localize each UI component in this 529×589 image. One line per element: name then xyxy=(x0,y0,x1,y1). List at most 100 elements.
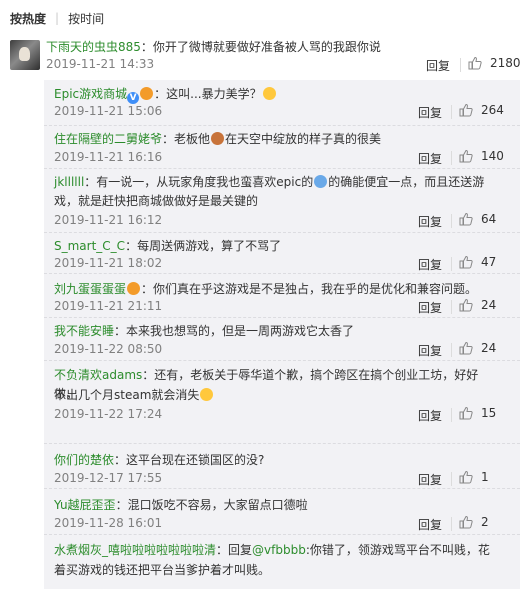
reply-username[interactable]: 刘九蛋蛋蛋蛋 xyxy=(54,282,126,296)
reply-button[interactable]: 回复 xyxy=(426,57,450,74)
verified-badge-icon: V xyxy=(127,92,140,104)
thumbs-up-icon xyxy=(459,515,473,529)
like-count: 2180 xyxy=(490,56,521,70)
like-button[interactable]: 140 xyxy=(459,149,504,163)
reply-body: ：老板他 xyxy=(162,132,211,146)
reply-username[interactable]: 住在隔壁的二舅姥爷 xyxy=(54,132,162,146)
main-comment-username[interactable]: 下雨天的虫虫885 xyxy=(46,40,141,54)
divider xyxy=(451,105,452,119)
divider xyxy=(451,300,452,314)
like-count: 264 xyxy=(481,103,504,117)
reply-time: 2019-11-21 16:12 xyxy=(54,213,163,227)
main-comment-text: 下雨天的虫虫885：你开了微博就要做好准备被人骂的我跟你说 xyxy=(46,39,381,55)
reply-body: ：这叫...暴力美学？ xyxy=(154,87,262,101)
reply-body: ：有一说一，从玩家角度我也蛮喜欢epic的 xyxy=(84,175,314,189)
thumbs-up-icon xyxy=(459,255,473,269)
list-item: 你们的楚依：这平台现在还锁国区的没? 2019-12-17 17:55 回复 1 xyxy=(44,444,520,489)
reply-username[interactable]: 我不能安睡 xyxy=(54,324,114,338)
laugh-emoji-icon xyxy=(262,87,276,100)
reply-time: 2019-11-22 08:50 xyxy=(54,342,163,356)
reply-button[interactable]: 回复 xyxy=(418,256,442,273)
reply-body: ：每周送俩游戏，算了不骂了 xyxy=(125,239,282,253)
thumbs-up-icon xyxy=(459,470,473,484)
reply-button[interactable]: 回复 xyxy=(418,299,442,316)
like-button[interactable]: 15 xyxy=(459,406,496,420)
thumbs-up-icon xyxy=(459,212,473,226)
like-button[interactable]: 2180 xyxy=(468,56,521,70)
like-count: 15 xyxy=(481,406,497,420)
smile-emoji-icon xyxy=(200,388,214,401)
avatar[interactable] xyxy=(10,40,40,70)
like-button[interactable]: 1 xyxy=(459,470,489,484)
reply-time: 2019-11-21 18:02 xyxy=(54,256,163,270)
main-comment-body: ：你开了微博就要做好准备被人骂的我跟你说 xyxy=(140,40,381,54)
reply-list: Epic游戏商城 V ：这叫...暴力美学？ 2019-11-21 15:06 回复… xyxy=(44,80,520,589)
divider xyxy=(451,151,452,165)
reply-username[interactable]: 你们的楚依 xyxy=(54,453,114,467)
reply-username[interactable]: Epic游戏商城 xyxy=(54,87,127,101)
reply-username[interactable]: jkllllll xyxy=(54,175,84,189)
divider xyxy=(451,343,452,357)
list-item: Yu越屁歪歪：混口饭吃不容易，大家留点口德啦 2019-11-28 16:01 … xyxy=(44,489,520,535)
reply-time: 2019-11-21 15:06 xyxy=(54,104,163,118)
thumbs-up-icon xyxy=(459,149,473,163)
like-count: 64 xyxy=(481,212,497,226)
reply-body: ：你们真在乎这游戏是不是独占，我在乎的是优化和兼容问题。 xyxy=(141,282,478,296)
reply-text: jkllllll：有一说一，从玩家角度我也蛮喜欢epic的 的确能便宜一点，而且还… xyxy=(54,173,502,192)
sort-bar: 按热度 | 按时间 xyxy=(0,0,529,36)
reply-text: Epic游戏商城 V ：这叫...暴力美学？ xyxy=(54,85,502,104)
like-button[interactable]: 264 xyxy=(459,103,504,117)
like-count: 47 xyxy=(481,255,497,269)
like-button[interactable]: 64 xyxy=(459,212,496,226)
reply-button[interactable]: 回复 xyxy=(418,471,442,488)
divider xyxy=(460,58,461,72)
like-count: 24 xyxy=(481,298,497,312)
sort-divider: | xyxy=(55,11,60,25)
reply-body: ：本来我也想骂的，但是一周两游戏它太香了 xyxy=(114,324,355,338)
like-button[interactable]: 24 xyxy=(459,298,496,312)
main-comment-time: 2019-11-21 14:33 xyxy=(46,57,155,71)
reply-time: 2019-11-21 16:16 xyxy=(54,150,163,164)
reply-time: 2019-12-17 17:55 xyxy=(54,471,163,485)
reply-button[interactable]: 回复 xyxy=(418,104,442,121)
reply-text-line2: 着买游戏的钱还把平台当爹护着才叫贱。 xyxy=(54,561,502,580)
reply-username[interactable]: 水煮烟灰_嘻啦啦啦啦啦啦啦清 xyxy=(54,543,216,557)
reply-text: 你们的楚依：这平台现在还锁国区的没? xyxy=(54,451,502,470)
reply-body-cont: 戏，就是赶快把商城做做好是最关键的 xyxy=(54,194,259,208)
thumbs-up-icon xyxy=(459,298,473,312)
reply-button[interactable]: 回复 xyxy=(418,342,442,359)
reply-username[interactable]: S_mart_C_C xyxy=(54,239,125,253)
divider xyxy=(451,257,452,271)
reply-time: 2019-11-21 21:11 xyxy=(54,299,163,313)
mention-link[interactable]: @vfbbbb xyxy=(252,543,306,557)
reply-text: 水煮烟灰_嘻啦啦啦啦啦啦啦清：回复@vfbbbb:你错了，领游戏骂平台不叫贱，花 xyxy=(54,541,502,560)
reply-button[interactable]: 回复 xyxy=(418,516,442,533)
divider xyxy=(451,517,452,531)
reply-text-line2: 不出几个月steam就会消失 xyxy=(54,386,502,405)
reply-time: 2019-11-22 17:24 xyxy=(54,407,163,421)
divider xyxy=(451,472,452,486)
reply-button[interactable]: 回复 xyxy=(418,213,442,230)
badge-icon xyxy=(127,282,141,295)
reply-text: Yu越屁歪歪：混口饭吃不容易，大家留点口德啦 xyxy=(54,496,502,515)
thumbs-up-icon xyxy=(468,56,482,70)
reply-body-cont: 着买游戏的钱还把平台当爹护着才叫贱。 xyxy=(54,563,271,577)
thumbs-up-icon xyxy=(459,103,473,117)
like-button[interactable]: 24 xyxy=(459,341,496,355)
reply-button[interactable]: 回复 xyxy=(418,150,442,167)
divider xyxy=(451,408,452,422)
sort-by-hot-tab[interactable]: 按热度 xyxy=(10,10,46,27)
reply-username[interactable]: 不负清欢adams xyxy=(54,368,142,382)
list-item: 不负清欢adams：还有，老板关于辱华道个歉，搞个跨区在搞个创业工坊，好好做， … xyxy=(44,361,520,444)
like-count: 2 xyxy=(481,515,489,529)
reply-body-cont: 在天空中绽放的样子真的很美 xyxy=(225,132,382,146)
reply-body: ：这平台现在还锁国区的没? xyxy=(114,453,265,467)
like-button[interactable]: 47 xyxy=(459,255,496,269)
reply-username[interactable]: Yu越屁歪歪 xyxy=(54,498,116,512)
like-button[interactable]: 2 xyxy=(459,515,489,529)
reply-text-line2: 戏，就是赶快把商城做做好是最关键的 xyxy=(54,192,502,211)
main-comment: 下雨天的虫虫885：你开了微博就要做好准备被人骂的我跟你说 2019-11-21… xyxy=(0,36,529,79)
reply-button[interactable]: 回复 xyxy=(418,407,442,424)
sort-by-time-tab[interactable]: 按时间 xyxy=(68,10,104,27)
thumbs-up-icon xyxy=(459,406,473,420)
